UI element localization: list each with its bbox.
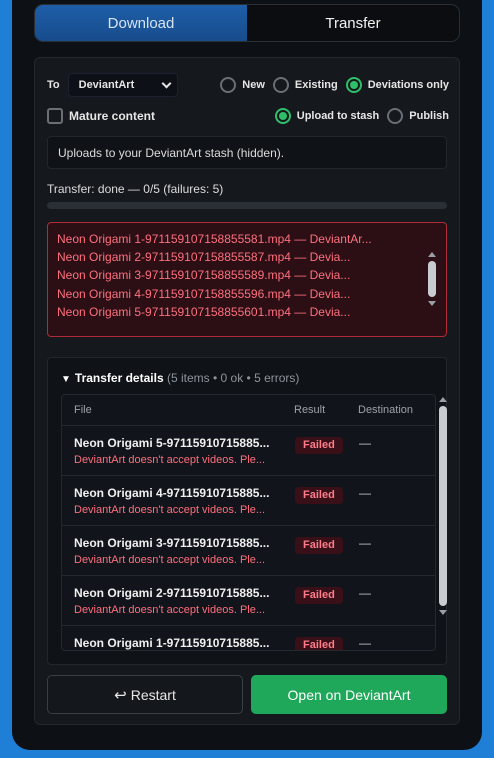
error-line: Neon Origami 5-971159107158855601.mp4 — … — [57, 304, 351, 319]
mode-tabs: Download Transfer — [34, 4, 460, 42]
table-row: Neon Origami 3-97115910715885... Deviant… — [62, 526, 435, 576]
status-badge: Failed — [295, 637, 343, 650]
radio-publish-label: Publish — [409, 110, 449, 122]
scroll-up-arrow-icon[interactable] — [428, 252, 436, 257]
transfer-details-toggle[interactable]: ▼ Transfer details (5 items • 0 ok • 5 er… — [61, 371, 299, 385]
row-file-name: Neon Origami 3-97115910715885... — [74, 536, 270, 550]
table-row: Neon Origami 4-97115910715885... Deviant… — [62, 476, 435, 526]
destination-row: To DeviantArt New Existing Deviations on… — [47, 72, 449, 98]
radio-existing-indicator — [272, 77, 289, 93]
error-log: Neon Origami 1-971159107158855581.mp4 — … — [47, 222, 447, 337]
publish-mode-group: Upload to stash Publish — [267, 108, 449, 124]
column-header-file: File — [74, 404, 92, 416]
progress-bar — [47, 202, 447, 209]
transfer-status: Transfer: done — 0/5 (failures: 5) — [47, 182, 224, 196]
scroll-up-arrow-icon[interactable] — [439, 397, 447, 402]
scrollbar-thumb[interactable] — [428, 261, 436, 297]
triangle-down-icon: ▼ — [61, 374, 71, 385]
radio-existing-label: Existing — [294, 79, 338, 91]
radio-new-indicator — [220, 77, 237, 93]
row-destination: — — [359, 586, 371, 600]
open-on-deviantart-label: Open on DeviantArt — [287, 686, 411, 703]
row-destination: — — [359, 636, 371, 650]
scrollbar-thumb[interactable] — [439, 406, 447, 606]
radio-publish[interactable]: Publish — [387, 108, 449, 124]
row-file-name: Neon Origami 5-97115910715885... — [74, 436, 270, 450]
column-header-destination: Destination — [358, 404, 414, 416]
radio-existing[interactable]: Existing — [272, 77, 338, 93]
destination-select-value: DeviantArt — [78, 79, 135, 91]
radio-upload-to-stash-label: Upload to stash — [296, 110, 380, 122]
radio-deviations-only-indicator — [345, 77, 362, 93]
tab-download[interactable]: Download — [35, 5, 247, 41]
status-badge: Failed — [295, 587, 343, 604]
info-message: Uploads to your DeviantArt stash (hidden… — [47, 136, 447, 169]
table-row: Neon Origami 2-97115910715885... Deviant… — [62, 576, 435, 626]
radio-upload-to-stash-indicator — [274, 108, 291, 124]
restart-label: Restart — [130, 686, 176, 703]
column-header-result: Result — [294, 404, 326, 416]
row-destination: — — [359, 486, 371, 500]
tab-transfer[interactable]: Transfer — [247, 5, 459, 41]
status-badge: Failed — [295, 437, 343, 454]
error-line: Neon Origami 4-971159107158855596.mp4 — … — [57, 286, 351, 301]
row-error-message: DeviantArt doesn't accept videos. Ple... — [74, 504, 266, 516]
row-error-message: DeviantArt doesn't accept videos. Ple... — [74, 454, 266, 466]
row-destination: — — [359, 536, 371, 550]
open-on-deviantart-button[interactable]: Open on DeviantArt — [251, 675, 447, 714]
radio-new[interactable]: New — [220, 77, 265, 93]
row-file-name: Neon Origami 2-97115910715885... — [74, 586, 270, 600]
scroll-down-arrow-icon[interactable] — [439, 610, 447, 615]
restart-icon: ↩ — [114, 686, 127, 704]
row-file-name: Neon Origami 4-97115910715885... — [74, 486, 270, 500]
status-badge: Failed — [295, 487, 343, 504]
row-destination: — — [359, 436, 371, 450]
options-row: Mature content Upload to stash Publish — [47, 106, 449, 126]
transfer-details-summary: (5 items • 0 ok • 5 errors) — [166, 371, 300, 385]
radio-new-label: New — [242, 79, 265, 91]
table-header: File Result Destination — [62, 395, 435, 426]
details-table: File Result Destination Neon Origami 5-9… — [61, 394, 436, 651]
chevron-down-icon — [161, 78, 172, 88]
mature-checkbox[interactable] — [47, 108, 63, 124]
transfer-panel: To DeviantArt New Existing Deviations on… — [34, 57, 460, 725]
error-line: Neon Origami 2-971159107158855587.mp4 — … — [57, 250, 351, 265]
status-badge: Failed — [295, 537, 343, 554]
scroll-down-arrow-icon[interactable] — [428, 301, 436, 306]
details-table-scrollbar[interactable] — [437, 395, 449, 651]
row-error-message: DeviantArt doesn't accept videos. Ple... — [74, 554, 266, 566]
radio-deviations-only-label: Deviations only — [367, 79, 449, 91]
restart-button[interactable]: ↩ Restart — [47, 675, 243, 714]
radio-upload-to-stash[interactable]: Upload to stash — [274, 108, 380, 124]
transfer-details-title: Transfer details — [74, 371, 164, 385]
row-error-message: DeviantArt doesn't accept videos. Ple... — [74, 604, 266, 616]
mature-label: Mature content — [69, 109, 156, 123]
radio-publish-indicator — [387, 108, 404, 124]
error-line: Neon Origami 3-971159107158855589.mp4 — … — [57, 268, 351, 283]
table-row: Neon Origami 1-97115910715885... Failed … — [62, 626, 435, 650]
error-log-scrollbar[interactable] — [426, 250, 438, 322]
target-mode-group: New Existing Deviations only — [212, 77, 449, 93]
destination-select[interactable]: DeviantArt — [67, 73, 178, 97]
table-row: Neon Origami 5-97115910715885... Deviant… — [62, 426, 435, 476]
error-line: Neon Origami 1-971159107158855581.mp4 — … — [57, 232, 372, 246]
transfer-details: ▼ Transfer details (5 items • 0 ok • 5 er… — [47, 357, 447, 665]
radio-deviations-only[interactable]: Deviations only — [345, 77, 449, 93]
to-label: To — [47, 79, 60, 91]
row-file-name: Neon Origami 1-97115910715885... — [74, 636, 270, 650]
